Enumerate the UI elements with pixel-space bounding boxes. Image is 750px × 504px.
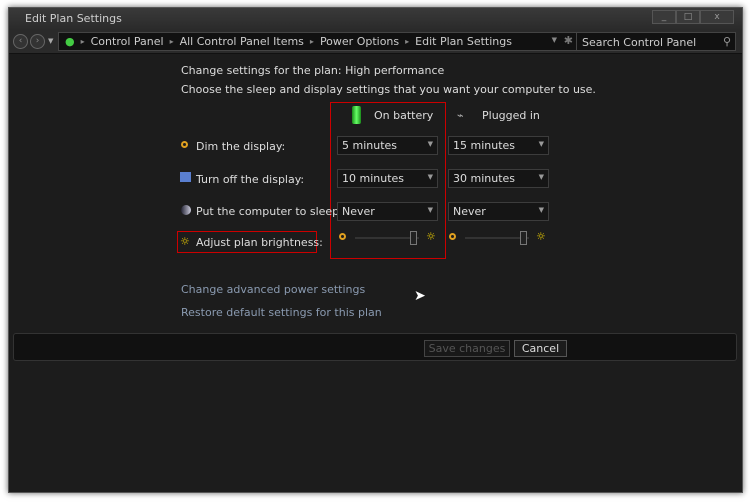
breadcrumb-edit-plan[interactable]: Edit Plan Settings (415, 35, 512, 48)
brightness-low-icon (339, 233, 346, 240)
breadcrumb-power-options[interactable]: Power Options (320, 35, 399, 48)
dim-on-battery-select[interactable]: 5 minutes ▼ (337, 136, 438, 155)
save-changes-button[interactable]: Save changes (424, 340, 510, 357)
sleep-on-battery-select[interactable]: Never ▼ (337, 202, 438, 221)
search-placeholder: Search Control Panel (582, 36, 697, 49)
chevron-down-icon: ▼ (427, 173, 433, 181)
sleep-on-battery-value: Never (342, 205, 375, 218)
plan-heading: Change settings for the plan: High perfo… (181, 64, 445, 77)
display-off-plugged-in-value: 30 minutes (453, 172, 516, 185)
minimize-button[interactable]: _ (652, 10, 676, 24)
chevron-down-icon: ▼ (538, 173, 544, 181)
dim-on-battery-value: 5 minutes (342, 139, 398, 152)
plug-icon: ⌁ (457, 109, 464, 122)
refresh-icon[interactable]: ✱ (564, 34, 573, 47)
navigation-bar: ‹ › ▼ ● ▸ Control Panel ▸ All Control Pane… (9, 30, 742, 54)
display-off-icon (180, 172, 191, 182)
dim-plugged-in-value: 15 minutes (453, 139, 516, 152)
close-button[interactable]: x (700, 10, 734, 24)
chevron-down-icon: ▼ (538, 140, 544, 148)
search-icon[interactable]: ⚲ (723, 35, 731, 48)
edit-plan-settings-window: Edit Plan Settings _ □ x ‹ › ▼ ● ▸ Contro… (8, 7, 743, 493)
cancel-button[interactable]: Cancel (514, 340, 567, 357)
maximize-button[interactable]: □ (676, 10, 700, 24)
display-off-on-battery-value: 10 minutes (342, 172, 405, 185)
dim-display-label: Dim the display: (196, 140, 286, 153)
address-bar[interactable]: ● ▸ Control Panel ▸ All Control Panel Item… (58, 32, 578, 51)
brightness-low-icon (449, 233, 456, 240)
action-bar: Save changes Cancel (13, 333, 737, 361)
chevron-down-icon: ▼ (538, 206, 544, 214)
on-battery-brightness-thumb[interactable] (409, 231, 417, 245)
brightness-label: Adjust plan brightness: (196, 236, 323, 249)
turn-off-display-label: Turn off the display: (196, 173, 305, 186)
brightness-icon: ☼ (180, 235, 190, 248)
sleep-plugged-in-select[interactable]: Never ▼ (448, 202, 549, 221)
mouse-cursor-icon: ➤ (414, 288, 426, 304)
dim-plugged-in-select[interactable]: 15 minutes ▼ (448, 136, 549, 155)
window-title: Edit Plan Settings (25, 12, 122, 25)
forward-button[interactable]: › (30, 34, 45, 49)
brightness-high-icon: ☼ (426, 230, 436, 243)
sleep-moon-icon (181, 205, 191, 215)
plan-subheading: Choose the sleep and display settings th… (181, 83, 596, 96)
title-bar: Edit Plan Settings _ □ x (9, 8, 742, 30)
sleep-plugged-in-value: Never (453, 205, 486, 218)
sleep-label: Put the computer to sleep: (196, 205, 343, 218)
advanced-settings-link[interactable]: Change advanced power settings (181, 283, 365, 296)
breadcrumb-control-panel[interactable]: Control Panel (91, 35, 164, 48)
battery-icon (352, 106, 361, 124)
chevron-down-icon: ▼ (427, 206, 433, 214)
recent-pages-icon[interactable]: ▼ (48, 37, 53, 45)
back-button[interactable]: ‹ (13, 34, 28, 49)
address-dropdown-icon[interactable]: ▼ (552, 36, 557, 44)
display-off-plugged-in-select[interactable]: 30 minutes ▼ (448, 169, 549, 188)
brightness-high-icon: ☼ (536, 230, 546, 243)
search-input[interactable]: Search Control Panel ⚲ (576, 32, 736, 51)
display-off-on-battery-select[interactable]: 10 minutes ▼ (337, 169, 438, 188)
dim-icon (181, 141, 188, 148)
plugged-in-header: Plugged in (482, 109, 540, 122)
restore-defaults-link[interactable]: Restore default settings for this plan (181, 306, 382, 319)
chevron-down-icon: ▼ (427, 140, 433, 148)
plugged-in-brightness-thumb[interactable] (519, 231, 527, 245)
breadcrumb-all-items[interactable]: All Control Panel Items (180, 35, 304, 48)
control-panel-icon: ● (65, 35, 75, 48)
on-battery-header: On battery (374, 109, 434, 122)
